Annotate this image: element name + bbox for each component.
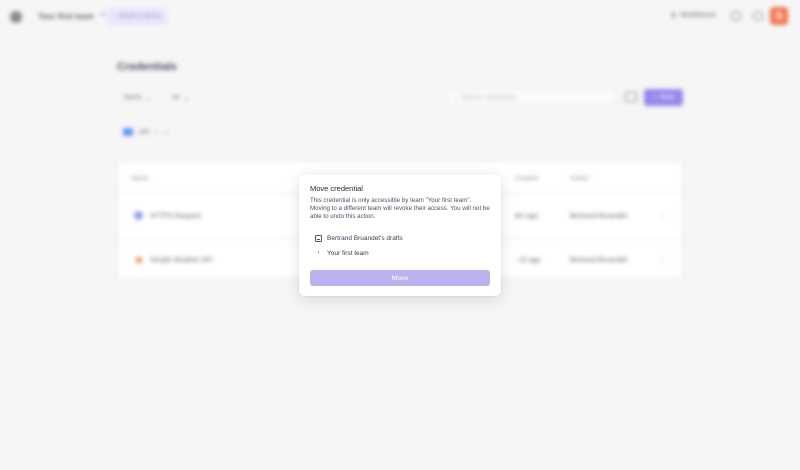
tree-item-drafts[interactable]: Bertrand Bruandet's drafts bbox=[310, 231, 490, 245]
destination-tree: Bertrand Bruandet's drafts › Your first … bbox=[310, 231, 490, 260]
tree-item-team-label: Your first team bbox=[327, 249, 369, 257]
tree-item-team[interactable]: › Your first team bbox=[310, 246, 490, 260]
tree-item-drafts-label: Bertrand Bruandet's drafts bbox=[327, 234, 403, 242]
move-credential-dialog: Move credential This credential is only … bbox=[299, 174, 501, 296]
chevron-right-icon[interactable]: › bbox=[315, 250, 322, 256]
dialog-title: Move credential bbox=[310, 184, 363, 193]
drafts-icon bbox=[315, 234, 322, 242]
move-button[interactable]: Move bbox=[310, 270, 490, 286]
dialog-description: This credential is only accessible by te… bbox=[310, 197, 490, 220]
